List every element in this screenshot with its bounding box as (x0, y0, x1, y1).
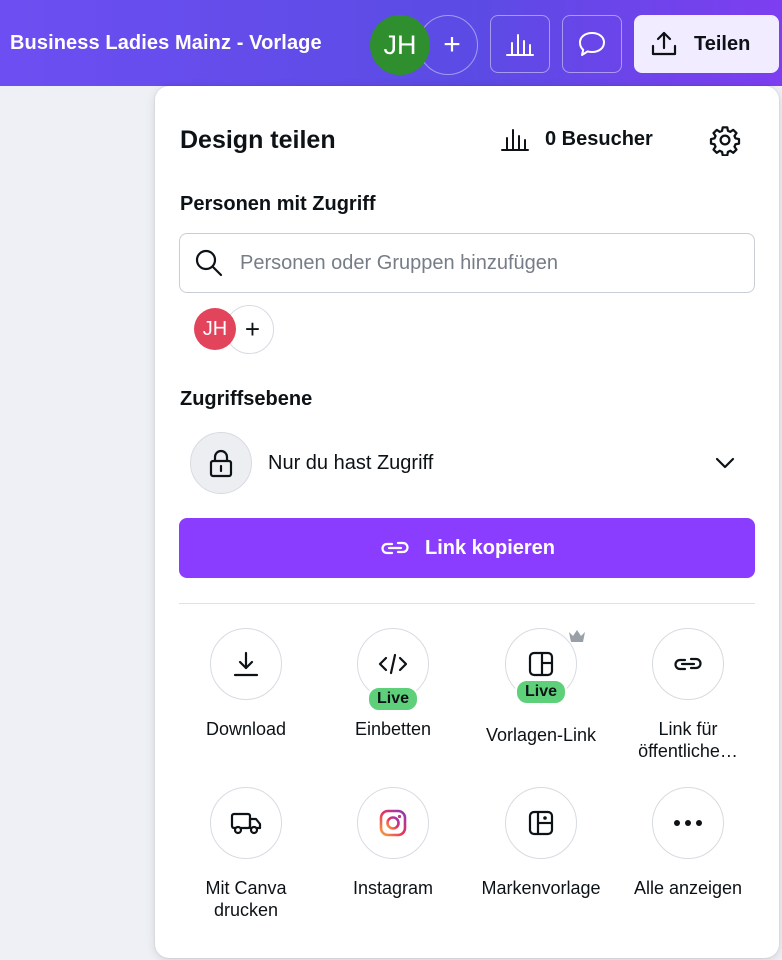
public-link-circle (652, 628, 724, 700)
truck-icon (230, 812, 262, 835)
embed-icon (378, 653, 408, 675)
access-section-label: Zugriffsebene (180, 388, 313, 410)
people-search-input[interactable] (240, 251, 740, 275)
show-all-circle (652, 787, 724, 859)
share-label: Teilen (694, 32, 751, 55)
brand-template-circle (505, 787, 577, 859)
instagram-circle (357, 787, 429, 859)
insights-button[interactable] (490, 15, 550, 73)
comment-icon (579, 32, 605, 56)
lock-icon-wrap (190, 432, 252, 494)
live-badge: Live (514, 679, 568, 705)
panel-title: Design teilen (180, 126, 336, 154)
embed-circle: Live (357, 628, 429, 712)
option-label: Instagram (352, 878, 434, 898)
bar-chart-icon (501, 129, 529, 151)
live-badge: Live (366, 686, 420, 712)
people-search[interactable] (179, 233, 755, 293)
option-public-link[interactable]: Link für öffentliche… (618, 628, 758, 762)
lock-icon (209, 449, 233, 478)
option-embed[interactable]: Live Einbetten (323, 628, 463, 740)
option-label: Vorlagen-Link (485, 725, 597, 745)
visitors-count: 0 Besucher (545, 127, 653, 150)
share-button[interactable]: Teilen (634, 15, 779, 73)
gear-icon (709, 126, 741, 156)
user-avatar[interactable]: JH (370, 15, 430, 75)
crown-icon (569, 630, 585, 642)
option-label: Mit Canva drucken (205, 878, 287, 920)
divider (179, 603, 755, 604)
option-show-all[interactable]: Alle anzeigen (618, 787, 758, 899)
instagram-icon (379, 809, 407, 837)
upload-icon (651, 31, 677, 56)
comments-button[interactable] (562, 15, 622, 73)
option-download[interactable]: Download (176, 628, 316, 740)
editor-topbar: Business Ladies Mainz - Vorlage JH + Tei… (0, 0, 782, 86)
download-circle (210, 628, 282, 700)
bar-chart-icon (506, 34, 534, 56)
access-level-value: Nur du hast Zugriff (268, 451, 434, 474)
option-label: Einbetten (354, 719, 432, 739)
share-panel: Design teilen 0 Besucher Personen mit Zu… (155, 86, 779, 958)
option-print[interactable]: Mit Canva drucken (176, 787, 316, 921)
public-link-icon (674, 657, 702, 671)
copy-link-label: Link kopieren (424, 536, 556, 559)
brand-template-icon (528, 810, 554, 836)
template-link-icon (528, 651, 554, 677)
people-section-label: Personen mit Zugriff (180, 193, 376, 215)
option-label: Alle anzeigen (633, 878, 743, 898)
search-icon (195, 249, 223, 277)
option-brand-template[interactable]: Markenvorlage (471, 787, 611, 899)
copy-link-button[interactable]: Link kopieren (179, 518, 755, 578)
document-title[interactable]: Business Ladies Mainz - Vorlage (10, 32, 322, 55)
chevron-down-icon (715, 457, 735, 469)
option-label: Markenvorlage (481, 878, 601, 898)
template-link-circle: Live (505, 628, 585, 705)
option-label: Link für öffentliche… (638, 719, 738, 761)
member-avatar[interactable]: JH (194, 308, 236, 350)
option-template-link[interactable]: Live Vorlagen-Link (471, 628, 611, 746)
option-label: Download (205, 719, 287, 739)
download-icon (233, 651, 259, 677)
option-instagram[interactable]: Instagram (323, 787, 463, 899)
settings-button[interactable] (707, 122, 743, 158)
access-level-select[interactable]: Nur du hast Zugriff (179, 432, 755, 494)
more-icon (674, 820, 702, 826)
link-icon (381, 541, 409, 555)
visitors-button[interactable]: 0 Besucher (500, 126, 653, 152)
print-circle (210, 787, 282, 859)
